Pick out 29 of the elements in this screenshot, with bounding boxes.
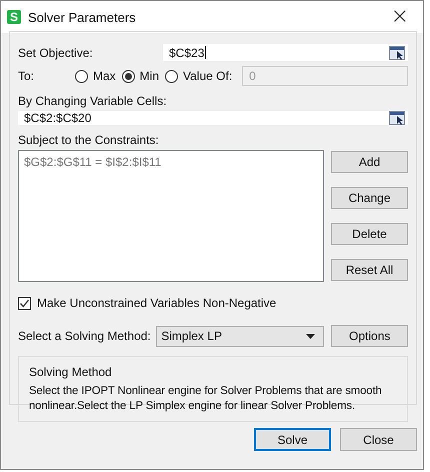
method-label: Select a Solving Method:: [18, 329, 152, 343]
dialog-button[interactable]: Solve: [254, 428, 331, 451]
variables-label: By Changing Variable Cells:: [18, 94, 168, 108]
range-picker-icon[interactable]: [389, 111, 405, 125]
objective-field[interactable]: $C$23: [163, 44, 408, 61]
description-text: Select the IPOPT Nonlinear engine for Solver Problems that are smooth nonlinear.Select the LP Simplex engine for linear Solver Problems.: [29, 384, 383, 414]
method-dropdown[interactable]: Simplex LP: [156, 326, 324, 346]
dropdown-arrow-icon: [306, 334, 316, 338]
range-picker-icon[interactable]: [389, 46, 405, 60]
variables-field[interactable]: $C$2:$C$20: [18, 111, 408, 125]
checkmark-icon: [19, 298, 30, 308]
objective-label: Set Objective:: [18, 46, 94, 60]
close-button[interactable]: ×: [382, 6, 417, 28]
window-title: Solver Parameters: [28, 10, 137, 24]
description-title: Solving Method: [29, 365, 113, 379]
constraint-button[interactable]: Add: [331, 151, 408, 173]
dialog-button[interactable]: Close: [340, 428, 417, 451]
constraints-label: Subject to the Constraints:: [18, 133, 160, 147]
options-button[interactable]: Options: [331, 325, 408, 347]
constraint-button[interactable]: Reset All: [331, 259, 408, 281]
constraint-item[interactable]: $G$2:$G$11 = $I$2:$I$11: [24, 155, 162, 169]
constraint-button[interactable]: Change: [331, 187, 408, 209]
app-logo: S: [7, 10, 21, 24]
radio-option[interactable]: Min: [122, 69, 160, 83]
radio-option[interactable]: Max: [75, 69, 116, 83]
non-negative-checkbox[interactable]: Make Unconstrained Variables Non-Negative: [18, 296, 408, 310]
to-label: To:: [18, 69, 36, 83]
radio-option[interactable]: Value Of:: [165, 69, 232, 83]
constraint-button[interactable]: Delete: [331, 223, 408, 245]
